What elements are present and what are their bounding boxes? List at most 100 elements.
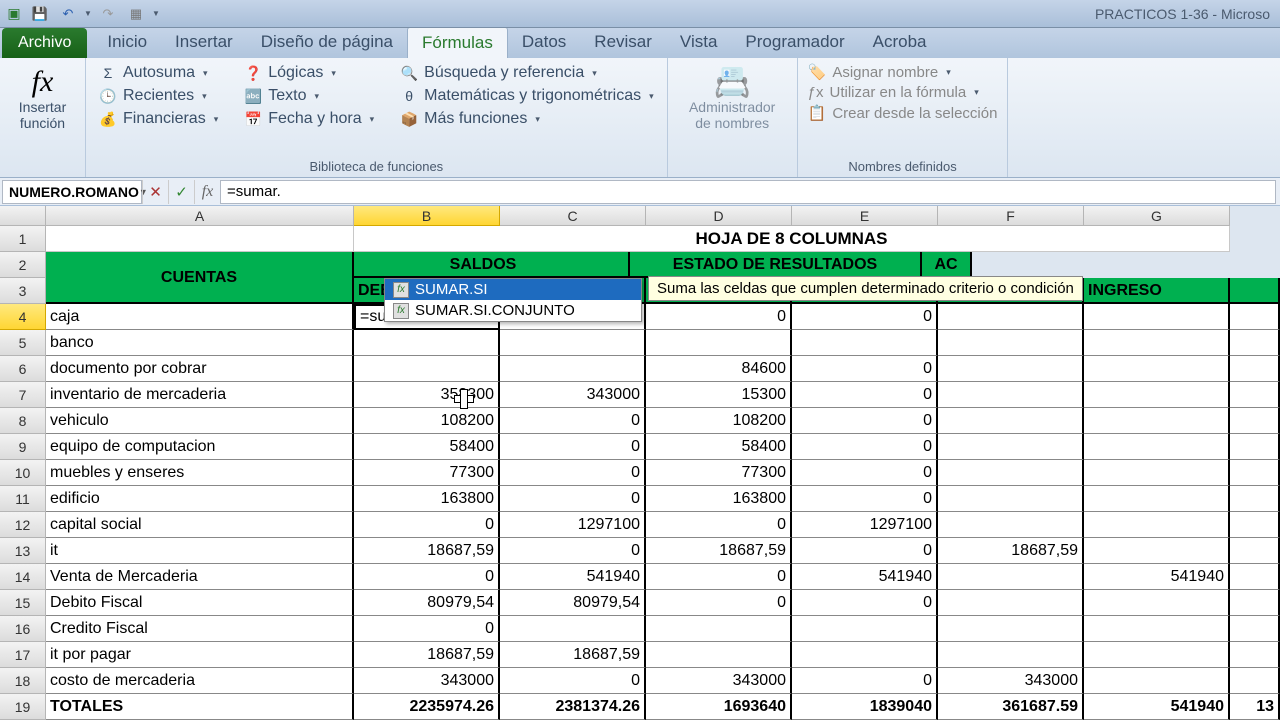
cell[interactable] — [1084, 590, 1230, 616]
cell[interactable]: 0 — [500, 538, 646, 564]
row-header-5[interactable]: 5 — [0, 330, 46, 356]
cell[interactable] — [938, 304, 1084, 330]
row-header-14[interactable]: 14 — [0, 564, 46, 590]
cell[interactable] — [938, 434, 1084, 460]
func-fecha-y-hora[interactable]: 📅Fecha y hora▾ — [237, 108, 381, 130]
cell[interactable] — [1084, 616, 1230, 642]
cell[interactable] — [1230, 356, 1280, 382]
cell[interactable]: 343000 — [500, 382, 646, 408]
cell[interactable]: 0 — [354, 616, 500, 642]
row-header-2[interactable]: 2 — [0, 252, 46, 278]
cell[interactable]: 108200 — [354, 408, 500, 434]
cell[interactable]: 2381374.26 — [500, 694, 646, 720]
tab-revisar[interactable]: Revisar — [580, 27, 666, 58]
cell[interactable]: 0 — [792, 668, 938, 694]
cell-cuenta[interactable]: Credito Fiscal — [46, 616, 354, 642]
col-header-G[interactable]: G — [1084, 206, 1230, 226]
cell[interactable]: 0 — [792, 408, 938, 434]
cell[interactable]: 84600 — [646, 356, 792, 382]
row-header-12[interactable]: 12 — [0, 512, 46, 538]
cell[interactable] — [1084, 382, 1230, 408]
select-all-corner[interactable] — [0, 206, 46, 226]
cell[interactable] — [792, 330, 938, 356]
cell-cuenta[interactable]: documento por cobrar — [46, 356, 354, 382]
qat-extra-button[interactable]: ▦ — [124, 3, 148, 25]
redo-button[interactable]: ↷ — [96, 3, 120, 25]
row-header-15[interactable]: 15 — [0, 590, 46, 616]
cell-cuenta[interactable]: it por pagar — [46, 642, 354, 668]
cell[interactable] — [1230, 616, 1280, 642]
name-box[interactable]: NUMERO.ROMANO ▼ — [2, 180, 142, 204]
cell[interactable] — [938, 382, 1084, 408]
hdr-ingreso[interactable]: INGRESO — [1084, 278, 1230, 304]
cell[interactable]: 0 — [646, 564, 792, 590]
func-financieras[interactable]: 💰Financieras▾ — [92, 108, 225, 130]
cell[interactable]: 0 — [500, 486, 646, 512]
tab-inicio[interactable]: Inicio — [93, 27, 161, 58]
cell[interactable]: 358300 — [354, 382, 500, 408]
cell[interactable] — [938, 408, 1084, 434]
tab-fórmulas[interactable]: Fórmulas — [407, 27, 508, 58]
cell-cuenta[interactable]: costo de mercaderia — [46, 668, 354, 694]
cell[interactable] — [1230, 382, 1280, 408]
cell[interactable]: 13 — [1230, 694, 1280, 720]
row-header-1[interactable]: 1 — [0, 226, 46, 252]
cell[interactable] — [938, 642, 1084, 668]
save-button[interactable]: 💾 — [28, 3, 52, 25]
tab-programador[interactable]: Programador — [731, 27, 858, 58]
cell-cuenta[interactable]: Venta de Mercaderia — [46, 564, 354, 590]
cell[interactable] — [1230, 486, 1280, 512]
cell[interactable] — [500, 616, 646, 642]
cell[interactable]: 0 — [646, 304, 792, 330]
accept-button[interactable]: ✓ — [168, 180, 194, 204]
row-header-16[interactable]: 16 — [0, 616, 46, 642]
cell[interactable] — [1084, 356, 1230, 382]
cell[interactable] — [646, 330, 792, 356]
cell[interactable]: 18687,59 — [646, 538, 792, 564]
cell-cuenta[interactable]: edificio — [46, 486, 354, 512]
cell[interactable] — [500, 356, 646, 382]
cell[interactable]: 0 — [792, 486, 938, 512]
tab-acroba[interactable]: Acroba — [859, 27, 941, 58]
cell[interactable]: 541940 — [500, 564, 646, 590]
cell[interactable] — [1230, 330, 1280, 356]
cell[interactable]: 18687,59 — [500, 642, 646, 668]
formula-input[interactable]: =sumar. — [220, 180, 1276, 204]
cell[interactable]: 1297100 — [792, 512, 938, 538]
cell[interactable]: 0 — [646, 590, 792, 616]
cell[interactable]: 0 — [354, 512, 500, 538]
cell[interactable]: 0 — [792, 590, 938, 616]
cell[interactable] — [1084, 434, 1230, 460]
row-header-4[interactable]: 4 — [0, 304, 46, 330]
cell[interactable] — [1230, 460, 1280, 486]
cell[interactable] — [1084, 668, 1230, 694]
cell-cuenta[interactable]: it — [46, 538, 354, 564]
cell[interactable] — [1084, 304, 1230, 330]
col-header-F[interactable]: F — [938, 206, 1084, 226]
cell-cuenta[interactable]: muebles y enseres — [46, 460, 354, 486]
cell[interactable]: 0 — [500, 460, 646, 486]
cell[interactable] — [1230, 538, 1280, 564]
cell[interactable]: 77300 — [354, 460, 500, 486]
cell[interactable] — [1230, 434, 1280, 460]
name-crear-desde-la-selección[interactable]: 📋Crear desde la selección — [804, 103, 1002, 123]
name-manager-button[interactable]: 📇 Administrador de nombres — [674, 60, 791, 136]
insert-function-button[interactable]: fx Insertar función — [6, 60, 79, 136]
cell[interactable] — [1230, 512, 1280, 538]
cell[interactable]: 18687,59 — [938, 538, 1084, 564]
cell[interactable]: 0 — [354, 564, 500, 590]
cell-cuenta[interactable]: equipo de computacion — [46, 434, 354, 460]
col-header-D[interactable]: D — [646, 206, 792, 226]
cell[interactable] — [1230, 590, 1280, 616]
row-header-7[interactable]: 7 — [0, 382, 46, 408]
tab-vista[interactable]: Vista — [666, 27, 732, 58]
func-recientes[interactable]: 🕒Recientes▾ — [92, 85, 225, 107]
cell[interactable]: 18687,59 — [354, 538, 500, 564]
cell-cuenta[interactable]: caja — [46, 304, 354, 330]
tab-insertar[interactable]: Insertar — [161, 27, 247, 58]
cell[interactable] — [1084, 538, 1230, 564]
cell[interactable]: 15300 — [646, 382, 792, 408]
cell[interactable] — [1230, 278, 1280, 304]
cell[interactable] — [938, 486, 1084, 512]
row-header-17[interactable]: 17 — [0, 642, 46, 668]
